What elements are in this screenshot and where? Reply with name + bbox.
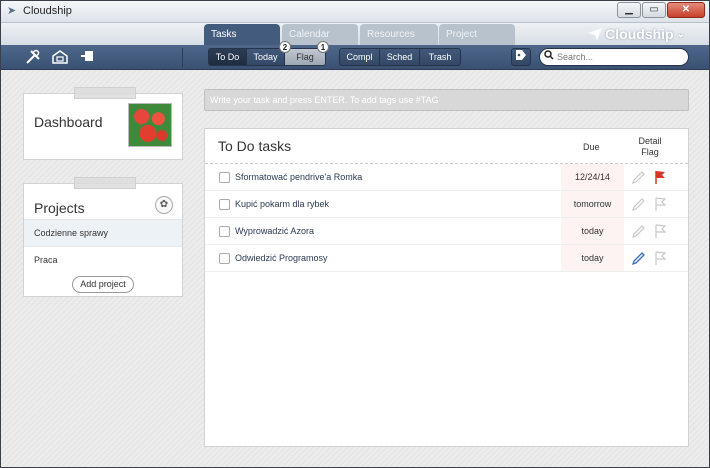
flag-icon[interactable]: [653, 197, 667, 212]
tab-resources[interactable]: Resources: [360, 24, 438, 45]
app-window: ➤ Cloudship ▁ ▭ ✕ Tasks Calendar Resourc…: [0, 0, 710, 468]
paw-icon[interactable]: ✿: [155, 196, 173, 214]
filter-trash-button[interactable]: Trash: [420, 49, 460, 65]
maximize-button[interactable]: ▭: [642, 2, 666, 18]
add-project-button[interactable]: Add project: [72, 276, 134, 293]
pin-icon[interactable]: [78, 49, 96, 67]
task-row[interactable]: Odwiedzić Programosy today: [205, 245, 688, 272]
flag-count-badge: 1: [317, 41, 329, 53]
dashboard-image: [128, 103, 172, 147]
dashboard-card[interactable]: Dashboard: [23, 87, 183, 160]
task-name[interactable]: Sformatować pendrive'a Romka: [235, 164, 362, 191]
window-title: Cloudship: [23, 5, 72, 17]
view-todo-button[interactable]: To Do: [209, 49, 247, 65]
pencil-icon[interactable]: [630, 170, 646, 185]
pencil-icon[interactable]: [630, 251, 646, 266]
view-today-button[interactable]: Today: [247, 49, 285, 65]
tools-icon[interactable]: [24, 49, 42, 67]
task-list-panel: To Do tasks Due Detail Flag Sformatować …: [204, 128, 689, 447]
task-name[interactable]: Odwiedzić Programosy: [235, 245, 328, 272]
flag-icon[interactable]: [653, 224, 667, 239]
new-task-input[interactable]: [204, 89, 689, 111]
toolbar: To Do Today Flag 2 1 Compl Sched Trash: [1, 41, 709, 70]
task-checkbox[interactable]: [219, 253, 230, 264]
filter-scheduled-button[interactable]: Sched: [380, 49, 420, 65]
main-tabs: Tasks Calendar Resources Project Cloudsh…: [1, 23, 709, 45]
tab-tasks[interactable]: Tasks: [204, 24, 280, 45]
task-checkbox[interactable]: [219, 199, 230, 210]
task-due: tomorrow: [573, 199, 612, 209]
today-count-badge: 2: [279, 41, 291, 53]
title-bar: ➤ Cloudship ▁ ▭ ✕: [1, 1, 709, 23]
task-due: today: [581, 226, 604, 236]
project-item-praca[interactable]: Praca: [24, 246, 182, 273]
flag-icon[interactable]: [653, 170, 667, 185]
chevron-down-icon: ⌄: [676, 28, 685, 40]
task-checkbox[interactable]: [219, 172, 230, 183]
main-content: Dashboard Projects ✿ Codzienne sprawy Pr…: [1, 71, 709, 467]
minimize-button[interactable]: ▁: [617, 2, 641, 18]
pencil-icon[interactable]: [630, 197, 646, 212]
flag-icon[interactable]: [653, 251, 667, 266]
toolbar-divider: [182, 48, 183, 67]
search-icon: [544, 50, 554, 60]
brand-name: Cloudship: [605, 26, 674, 42]
task-list-title: To Do tasks: [218, 138, 292, 154]
task-due: 12/24/14: [574, 172, 611, 182]
task-row[interactable]: Sformatować pendrive'a Romka 12/24/14: [205, 164, 688, 191]
task-due: today: [581, 253, 604, 263]
detail-header-label: Detail: [638, 136, 662, 146]
tape-decoration: [74, 87, 136, 99]
task-name[interactable]: Kupić pokarm dla rybek: [235, 191, 329, 218]
dashboard-title: Dashboard: [34, 114, 103, 130]
projects-card: Projects ✿ Codzienne sprawy Praca Add pr…: [23, 177, 183, 297]
inbox-icon[interactable]: [51, 49, 69, 67]
window-controls: ▁ ▭ ✕: [617, 2, 705, 18]
cloudship-icon: ➤: [7, 5, 17, 17]
tag-icon: [516, 50, 526, 60]
brand-menu[interactable]: Cloudship ⌄: [588, 26, 685, 42]
project-item-codzienne-sprawy[interactable]: Codzienne sprawy: [24, 219, 182, 246]
pencil-icon[interactable]: [630, 224, 646, 239]
tab-project[interactable]: Project: [439, 24, 515, 45]
view-switcher: To Do Today Flag: [208, 48, 326, 66]
detail-flag-column-header: Detail Flag: [628, 136, 672, 158]
filter-completed-button[interactable]: Compl: [340, 49, 380, 65]
flag-header-label: Flag: [641, 147, 659, 157]
paper-plane-icon: [588, 28, 603, 40]
filter-group: Compl Sched Trash: [339, 48, 461, 66]
tag-button[interactable]: [511, 48, 531, 66]
task-name[interactable]: Wyprowadzić Azora: [235, 218, 314, 245]
task-checkbox[interactable]: [219, 226, 230, 237]
task-row[interactable]: Kupić pokarm dla rybek tomorrow: [205, 191, 688, 218]
close-button[interactable]: ✕: [667, 2, 705, 18]
tape-decoration: [74, 177, 136, 189]
due-column-header: Due: [583, 142, 600, 152]
search-input[interactable]: [539, 48, 689, 66]
projects-title: Projects: [34, 200, 85, 216]
task-row[interactable]: Wyprowadzić Azora today: [205, 218, 688, 245]
